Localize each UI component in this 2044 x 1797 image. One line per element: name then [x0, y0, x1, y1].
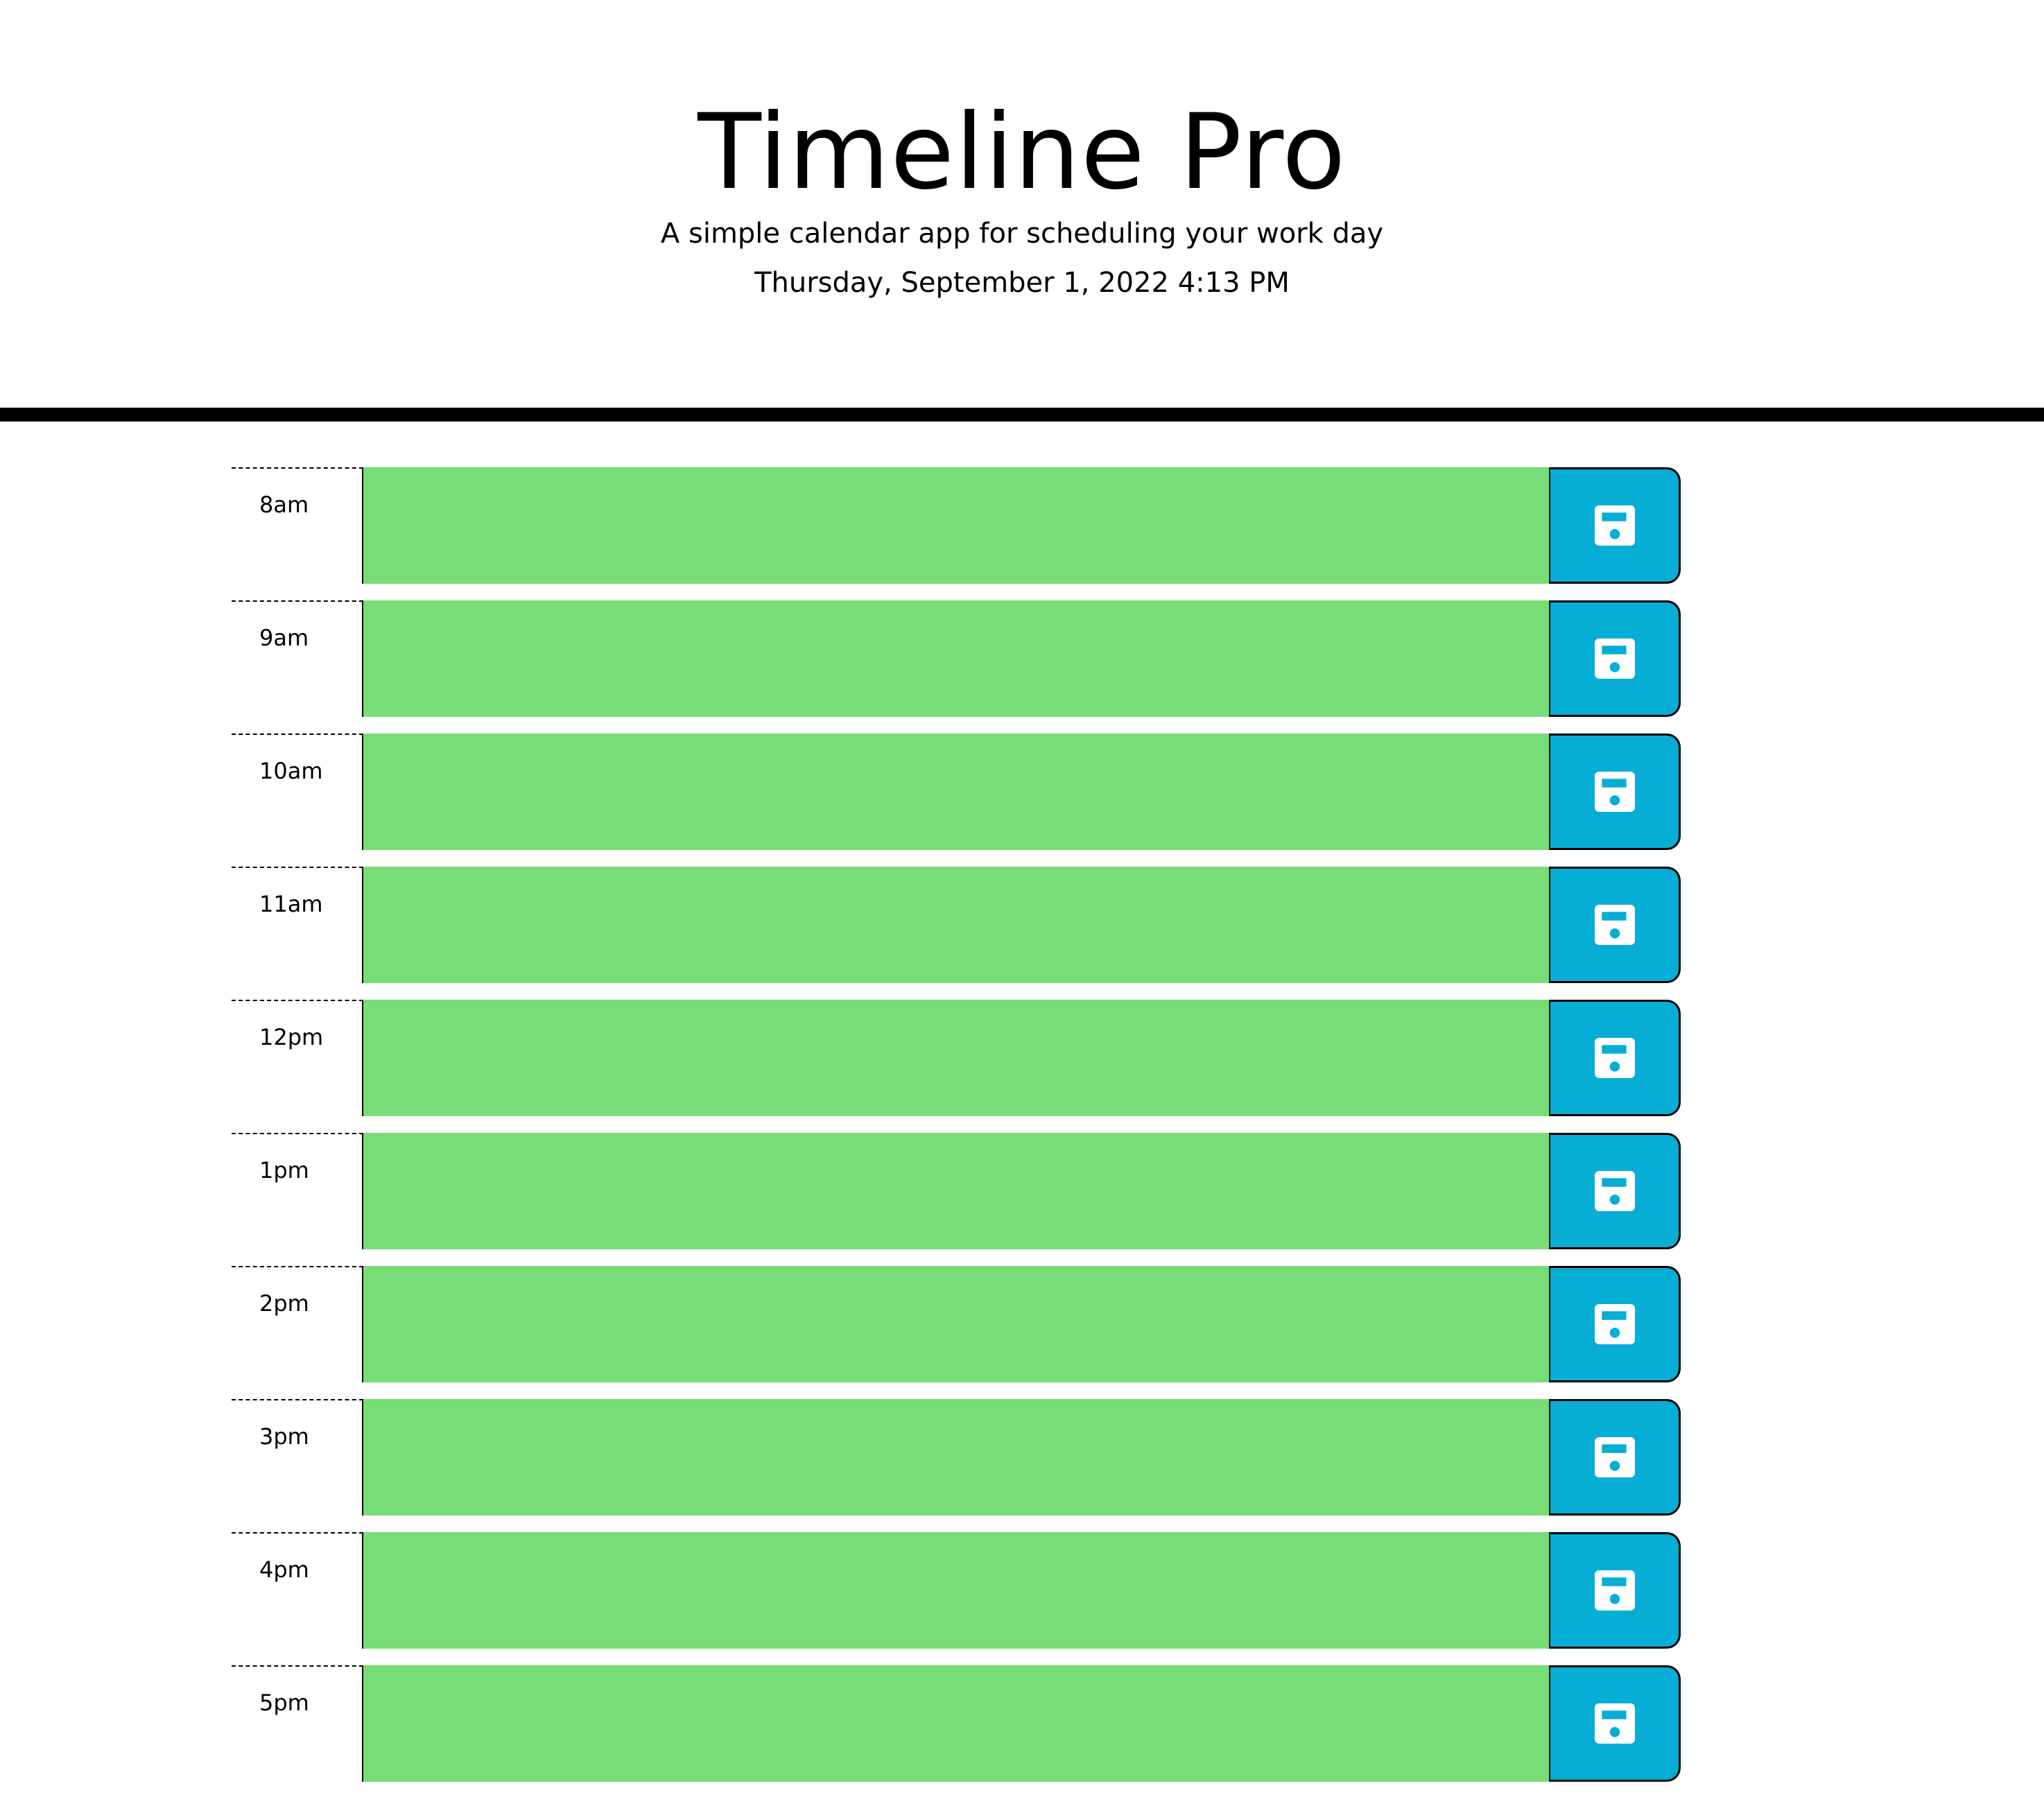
event-input[interactable]	[363, 1399, 1549, 1516]
hour-label: 1pm	[232, 1133, 363, 1249]
hour-label: 5pm	[232, 1665, 363, 1782]
timeblock-row: 5pm	[232, 1665, 1681, 1782]
hour-label: 3pm	[232, 1399, 363, 1516]
save-button[interactable]	[1549, 1266, 1681, 1382]
floppy-disk-icon	[1594, 1570, 1635, 1611]
timeblock-row: 3pm	[232, 1399, 1681, 1516]
save-button[interactable]	[1549, 867, 1681, 983]
floppy-disk-icon	[1594, 639, 1635, 679]
save-button[interactable]	[1549, 467, 1681, 584]
floppy-disk-icon	[1594, 1171, 1635, 1211]
event-input[interactable]	[363, 1532, 1549, 1649]
floppy-disk-icon	[1594, 772, 1635, 812]
page-header: Timeline Pro A simple calendar app for s…	[0, 0, 2044, 408]
page-title: Timeline Pro	[698, 92, 1346, 213]
hour-label: 11am	[232, 867, 363, 983]
hour-label: 9am	[232, 600, 363, 717]
event-input[interactable]	[363, 1266, 1549, 1382]
floppy-disk-icon	[1594, 1304, 1635, 1344]
event-input[interactable]	[363, 1665, 1549, 1782]
event-input[interactable]	[363, 733, 1549, 850]
floppy-disk-icon	[1594, 1703, 1635, 1744]
hour-label: 8am	[232, 467, 363, 584]
floppy-disk-icon	[1594, 1038, 1635, 1078]
save-button[interactable]	[1549, 1532, 1681, 1649]
timeblock-row: 10am	[232, 733, 1681, 850]
save-button[interactable]	[1549, 733, 1681, 850]
event-input[interactable]	[363, 867, 1549, 983]
timeblock-row: 12pm	[232, 1000, 1681, 1116]
page-subtitle: A simple calendar app for scheduling you…	[660, 218, 1384, 250]
save-button[interactable]	[1549, 600, 1681, 717]
floppy-disk-icon	[1594, 1437, 1635, 1477]
event-input[interactable]	[363, 467, 1549, 584]
timeblock-row: 2pm	[232, 1266, 1681, 1382]
hour-label: 4pm	[232, 1532, 363, 1649]
current-datetime: Thursday, September 1, 2022 4:13 PM	[754, 267, 1290, 299]
floppy-disk-icon	[1594, 505, 1635, 546]
save-button[interactable]	[1549, 1133, 1681, 1249]
timeblock-row: 9am	[232, 600, 1681, 717]
header-divider	[0, 408, 2044, 422]
event-input[interactable]	[363, 1133, 1549, 1249]
hour-label: 10am	[232, 733, 363, 850]
timeblock-row: 8am	[232, 467, 1681, 584]
hour-label: 12pm	[232, 1000, 363, 1116]
save-button[interactable]	[1549, 1000, 1681, 1116]
timeblock-row: 4pm	[232, 1532, 1681, 1649]
save-button[interactable]	[1549, 1399, 1681, 1516]
hour-label: 2pm	[232, 1266, 363, 1382]
timeblock-row: 1pm	[232, 1133, 1681, 1249]
floppy-disk-icon	[1594, 905, 1635, 945]
event-input[interactable]	[363, 1000, 1549, 1116]
save-button[interactable]	[1549, 1665, 1681, 1782]
event-input[interactable]	[363, 600, 1549, 717]
timeblock-row: 11am	[232, 867, 1681, 983]
